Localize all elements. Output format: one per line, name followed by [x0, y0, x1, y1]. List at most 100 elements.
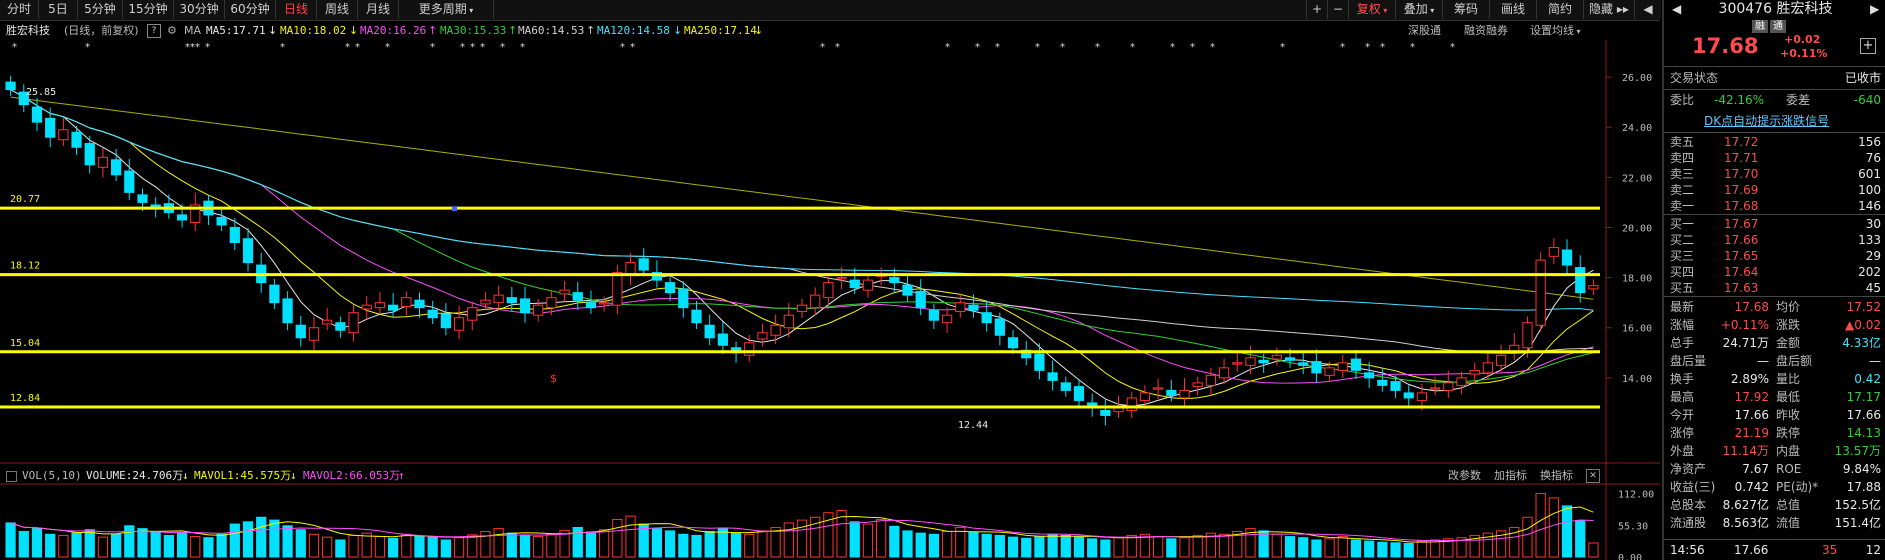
prev-stock-icon[interactable]: ◀ [1672, 2, 1681, 16]
candle-body [453, 317, 465, 331]
next-stock-icon[interactable]: ▶ [1870, 2, 1879, 16]
tick-count: 12 [1865, 543, 1881, 557]
last-price: 17.68 [1692, 34, 1759, 58]
collapse-arrow-left-icon[interactable]: ◀ [1634, 0, 1661, 19]
draw-line-button[interactable]: 画线 [1489, 0, 1536, 19]
candle-body [994, 318, 1005, 336]
stat-label: 涨跌 [1776, 318, 1801, 332]
volume-bar [757, 530, 768, 558]
help-icon[interactable]: ? [147, 24, 161, 38]
simple-mode-button[interactable]: 简约 [1536, 0, 1583, 19]
shenzhen-connect-link[interactable]: 深股通 [1408, 21, 1441, 41]
candle-body [1364, 372, 1375, 379]
volume-bar [533, 536, 544, 558]
candle-body [783, 314, 794, 329]
volume-axis-tick: 55.30 [1618, 522, 1648, 533]
candle-body [1377, 379, 1388, 386]
ma250-value: MA250:17.14 [684, 24, 757, 37]
price-axis-tick: 24.00 [1622, 123, 1652, 134]
chips-button[interactable]: 筹码 [1442, 0, 1489, 19]
status-row: 交易状态 已收市 [1664, 68, 1885, 88]
weibi-label: 委比 [1670, 93, 1695, 107]
volume-bar [295, 529, 306, 558]
stat-label: 外盘 [1670, 444, 1695, 458]
candle-body [1469, 369, 1480, 375]
fuquan-button[interactable]: 复权 ▾ [1348, 0, 1395, 19]
tab-5day[interactable]: 5日 [39, 0, 78, 19]
volume-bar [519, 534, 531, 558]
candle-body [1232, 362, 1243, 365]
divider [1664, 132, 1885, 133]
minimize-icon[interactable] [6, 471, 17, 482]
candle-body [414, 299, 425, 309]
candle-body [1034, 353, 1045, 371]
candle-body [612, 272, 623, 306]
candle-body [823, 282, 834, 299]
mavol2-value: MAVOL2:66.053万 [303, 469, 401, 482]
candle-body [176, 214, 188, 221]
overlay-label: 叠加 [1403, 2, 1428, 16]
volume-bar [1007, 536, 1019, 558]
ma5-arrow: ↓ [268, 24, 278, 37]
tab-30min[interactable]: 30分钟 [174, 0, 225, 19]
candle-body [796, 304, 808, 312]
zoom-in-button[interactable]: + [1306, 0, 1327, 19]
switch-indicator-link[interactable]: 换指标 [1540, 467, 1573, 485]
set-ma-label: 设置均线 [1530, 24, 1574, 37]
stat-label: 均价 [1776, 300, 1801, 314]
volume-bar [453, 537, 465, 558]
weibi-value: -42.16% [1714, 93, 1765, 107]
candle-body [506, 297, 517, 304]
margin-tag: 融 [1752, 20, 1768, 33]
dollar-marker: $ [550, 372, 557, 385]
volume-bar [1060, 534, 1071, 558]
volume-bar [163, 534, 174, 558]
tab-15min[interactable]: 15分钟 [123, 0, 174, 19]
hide-button[interactable]: 隐藏 ▸▸ [1583, 0, 1634, 19]
period-toolbar: 分时 5日 5分钟 15分钟 30分钟 60分钟 日线 周线 月线 更多周期 ▾… [0, 0, 1661, 21]
tab-daily[interactable]: 日线 [276, 0, 317, 19]
tab-60min[interactable]: 60分钟 [225, 0, 276, 19]
volume-bar [876, 519, 887, 558]
tab-more-periods[interactable]: 更多周期 ▾ [399, 0, 494, 19]
overlay-button[interactable]: 叠加 ▾ [1395, 0, 1442, 19]
tab-minute[interactable]: 分时 [0, 0, 39, 19]
bid-price: 17.63 [1724, 281, 1759, 295]
stat-row: 盘后量 — 盘后额 — [1664, 352, 1885, 372]
stat-row: 净资产 7.67 ROE 9.84% [1664, 460, 1885, 480]
event-marker: * [85, 42, 90, 53]
volume-bar [968, 531, 979, 558]
price-axis-tick: 22.00 [1622, 173, 1652, 184]
stat-value: +0.11% [1720, 318, 1769, 332]
event-marker: * [1130, 42, 1135, 53]
bid-price: 17.67 [1724, 217, 1759, 231]
stat-label: 最高 [1670, 390, 1695, 404]
event-marker: * [345, 42, 350, 53]
edit-params-link[interactable]: 改参数 [1448, 467, 1481, 485]
dk-signal-link[interactable]: DK点自动提示涨跌信号 [1704, 112, 1829, 129]
candle-body [1561, 249, 1573, 266]
close-icon[interactable]: ✕ [1586, 469, 1600, 483]
event-marker: * [1365, 42, 1370, 53]
ask-level-label: 卖二 [1670, 183, 1695, 197]
add-indicator-link[interactable]: 加指标 [1494, 467, 1527, 485]
event-marker: * [520, 42, 525, 53]
add-watchlist-button[interactable]: + [1860, 38, 1876, 54]
tab-5min[interactable]: 5分钟 [78, 0, 123, 19]
candle-body [374, 302, 386, 309]
gear-icon[interactable]: ⚙ [167, 21, 177, 41]
candle-body [1588, 285, 1599, 290]
volume-bar [1034, 536, 1045, 558]
margin-trading-link[interactable]: 融资融券 [1464, 21, 1508, 41]
volume-bar [18, 530, 29, 558]
tab-weekly[interactable]: 周线 [317, 0, 358, 19]
volume-bar [374, 536, 386, 558]
volume-bar [1166, 538, 1177, 558]
volume-bar [1271, 533, 1282, 558]
candle-body [757, 332, 768, 340]
zoom-out-button[interactable]: − [1327, 0, 1348, 19]
volume-bar [1430, 539, 1441, 558]
set-ma-link[interactable]: 设置均线 ▾ [1530, 21, 1581, 42]
tab-monthly[interactable]: 月线 [358, 0, 399, 19]
volume-bar [1087, 538, 1098, 558]
